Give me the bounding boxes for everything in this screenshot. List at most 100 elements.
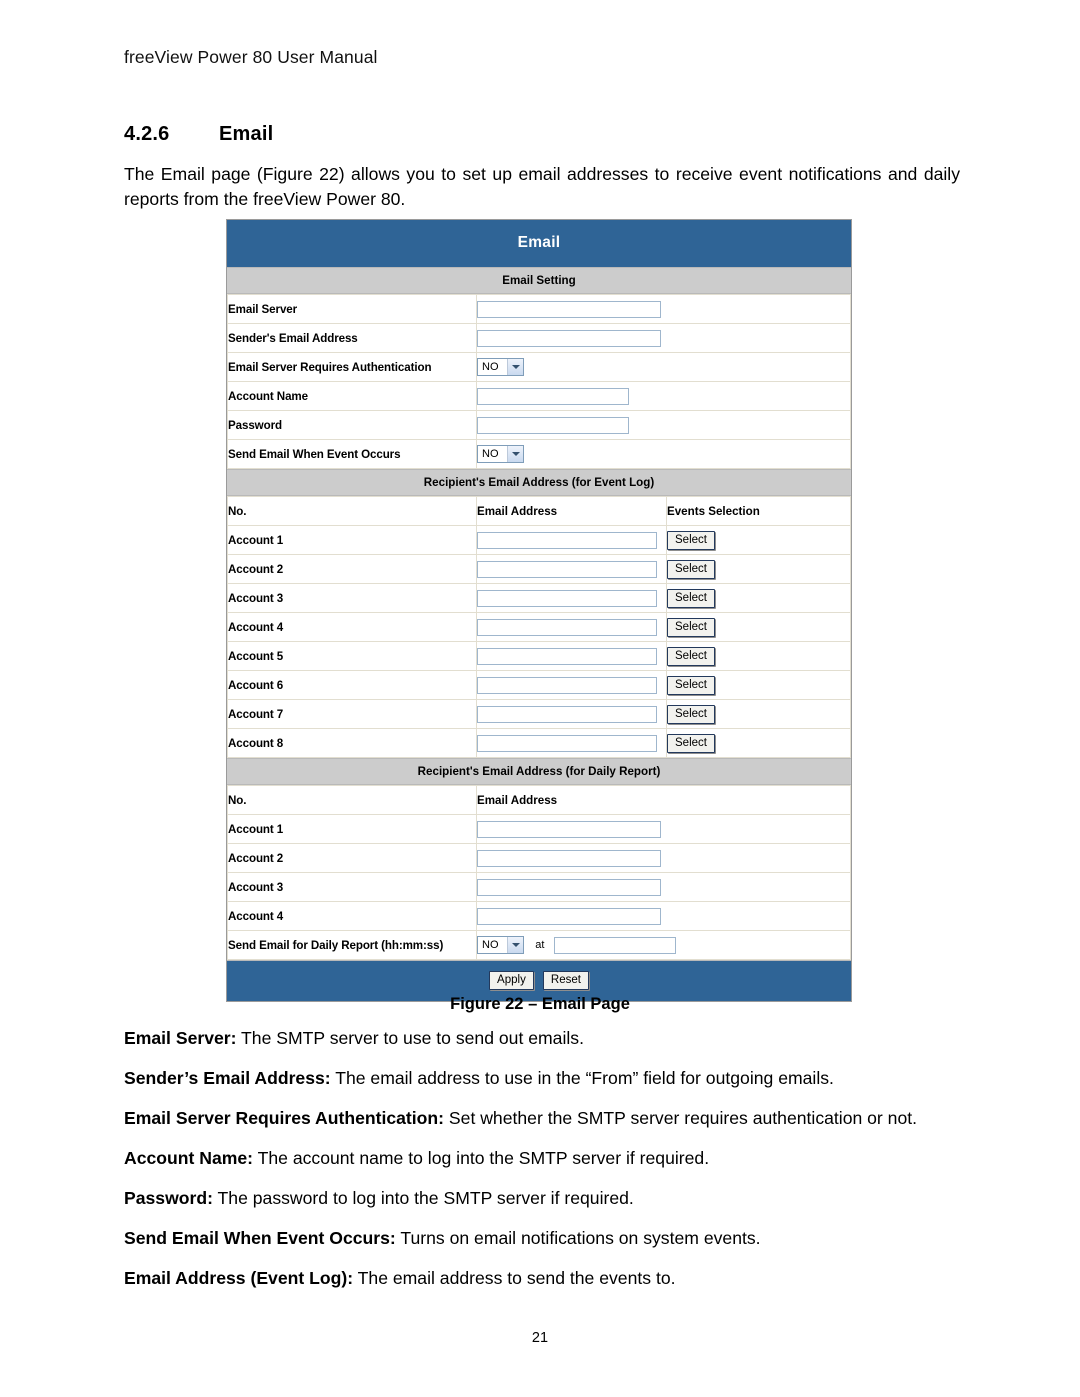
event-log-email-input[interactable] (477, 705, 657, 723)
row-label-send-on-event: Send Email When Event Occurs (227, 439, 477, 469)
definition-term: Send Email When Event Occurs: (124, 1228, 396, 1248)
chevron-down-icon (507, 359, 523, 375)
select-events-button[interactable]: Select (667, 675, 715, 695)
column-header-email-address: Email Address (476, 496, 667, 526)
definition-item: Email Server Requires Authentication: Se… (124, 1106, 966, 1131)
row-field-send-on-event: NO (476, 439, 851, 469)
event-log-row-label: Account 6 (227, 670, 477, 700)
document-page: freeView Power 80 User Manual 4.2.6 Email… (0, 0, 1080, 1397)
column-header-email-address: Email Address (476, 785, 851, 815)
event-log-row-action: Select (666, 525, 851, 555)
send-on-event-select[interactable]: NO (477, 445, 524, 463)
table-row: Password (227, 410, 851, 440)
section-number: 4.2.6 (124, 123, 170, 145)
daily-report-email-input[interactable] (477, 849, 661, 867)
column-header-no: No. (227, 496, 477, 526)
event-log-row-field (476, 699, 667, 729)
event-log-row-field (476, 554, 667, 584)
figure-caption: Figure 22 – Email Page (450, 995, 630, 1013)
definition-text: The email address to use in the “From” f… (330, 1068, 834, 1088)
definition-text: Turns on email notifications on system e… (395, 1228, 761, 1248)
table-row: Account 5 Select (227, 641, 851, 671)
event-log-email-input[interactable] (477, 531, 657, 549)
table-row: Account 6 Select (227, 670, 851, 700)
select-events-button[interactable]: Select (667, 617, 715, 637)
definition-term: Email Server: (124, 1028, 237, 1048)
apply-button[interactable]: Apply (489, 971, 534, 990)
event-log-row-action: Select (666, 554, 851, 584)
event-log-email-input[interactable] (477, 647, 657, 665)
chevron-down-icon (507, 937, 523, 953)
intro-paragraph: The Email page (Figure 22) allows you to… (124, 164, 960, 209)
event-log-email-input[interactable] (477, 618, 657, 636)
section-title: Email (219, 123, 274, 145)
select-events-button[interactable]: Select (667, 530, 715, 550)
table-row: Account Name (227, 381, 851, 411)
page-number: 21 (531, 1330, 549, 1346)
definition-item: Password: The password to log into the S… (124, 1186, 966, 1211)
table-row: Account 8 Select (227, 728, 851, 758)
daily-report-row-label: Account 4 (227, 901, 477, 931)
definition-text: The password to log into the SMTP server… (212, 1188, 634, 1208)
requires-auth-select[interactable]: NO (477, 358, 524, 376)
table-row: Account 1 (227, 814, 851, 844)
row-label-password: Password (227, 410, 477, 440)
daily-report-email-input[interactable] (477, 907, 661, 925)
table-row: Email Server Requires Authentication NO (227, 352, 851, 382)
table-header-row: No. Email Address Events Selection (227, 496, 851, 526)
row-field-email-server (476, 294, 851, 324)
event-log-row-action: Select (666, 728, 851, 758)
password-input[interactable] (477, 416, 629, 434)
table-row: Account 2 Select (227, 554, 851, 584)
chevron-down-icon (507, 446, 523, 462)
select-events-button[interactable]: Select (667, 704, 715, 724)
daily-report-row-field (476, 814, 851, 844)
select-events-button[interactable]: Select (667, 588, 715, 608)
event-log-email-input[interactable] (477, 560, 657, 578)
definition-item: Email Server: The SMTP server to use to … (124, 1026, 966, 1051)
daily-report-row-label: Account 1 (227, 814, 477, 844)
email-setting-table: Email Server Sender's Email Address Emai… (227, 294, 851, 469)
account-name-input[interactable] (477, 387, 629, 405)
at-label: at (535, 939, 545, 951)
definition-term: Email Server Requires Authentication: (124, 1108, 445, 1128)
running-head: freeView Power 80 User Manual (124, 47, 378, 67)
event-log-table: No. Email Address Events Selection Accou… (227, 496, 851, 758)
daily-report-enabled-select[interactable]: NO (477, 936, 524, 954)
event-log-row-label: Account 3 (227, 583, 477, 613)
definition-item: Send Email When Event Occurs: Turns on e… (124, 1226, 966, 1251)
table-row: Account 4 Select (227, 612, 851, 642)
reset-button[interactable]: Reset (542, 971, 589, 990)
select-events-button[interactable]: Select (667, 733, 715, 753)
daily-report-email-input[interactable] (477, 878, 661, 896)
event-log-email-input[interactable] (477, 676, 657, 694)
select-events-button[interactable]: Select (667, 559, 715, 579)
event-log-row-field (476, 641, 667, 671)
column-header-events-selection: Events Selection (666, 496, 851, 526)
definition-item: Sender’s Email Address: The email addres… (124, 1066, 966, 1091)
event-log-row-label: Account 1 (227, 525, 477, 555)
email-server-input[interactable] (477, 300, 661, 318)
event-log-row-field (476, 612, 667, 642)
row-field-account-name (476, 381, 851, 411)
definition-text: The SMTP server to use to send out email… (236, 1028, 584, 1048)
select-events-button[interactable]: Select (667, 646, 715, 666)
row-field-password (476, 410, 851, 440)
section-header-event-log: Recipient's Email Address (for Event Log… (227, 469, 851, 496)
definition-text: Set whether the SMTP server requires aut… (444, 1108, 918, 1128)
daily-report-time-input[interactable] (553, 936, 676, 954)
event-log-email-input[interactable] (477, 734, 657, 752)
daily-report-email-input[interactable] (477, 820, 661, 838)
row-label-account-name: Account Name (227, 381, 477, 411)
definition-text: The account name to log into the SMTP se… (253, 1148, 710, 1168)
table-row: Account 7 Select (227, 699, 851, 729)
table-row: Email Server (227, 294, 851, 324)
daily-report-row-field (476, 872, 851, 902)
daily-report-table: No. Email Address Account 1 Account 2 Ac… (227, 785, 851, 960)
sender-email-input[interactable] (477, 329, 661, 347)
event-log-row-action: Select (666, 583, 851, 613)
event-log-email-input[interactable] (477, 589, 657, 607)
definition-text: The email address to send the events to. (353, 1268, 676, 1288)
daily-report-row-field (476, 901, 851, 931)
column-header-no: No. (227, 785, 477, 815)
